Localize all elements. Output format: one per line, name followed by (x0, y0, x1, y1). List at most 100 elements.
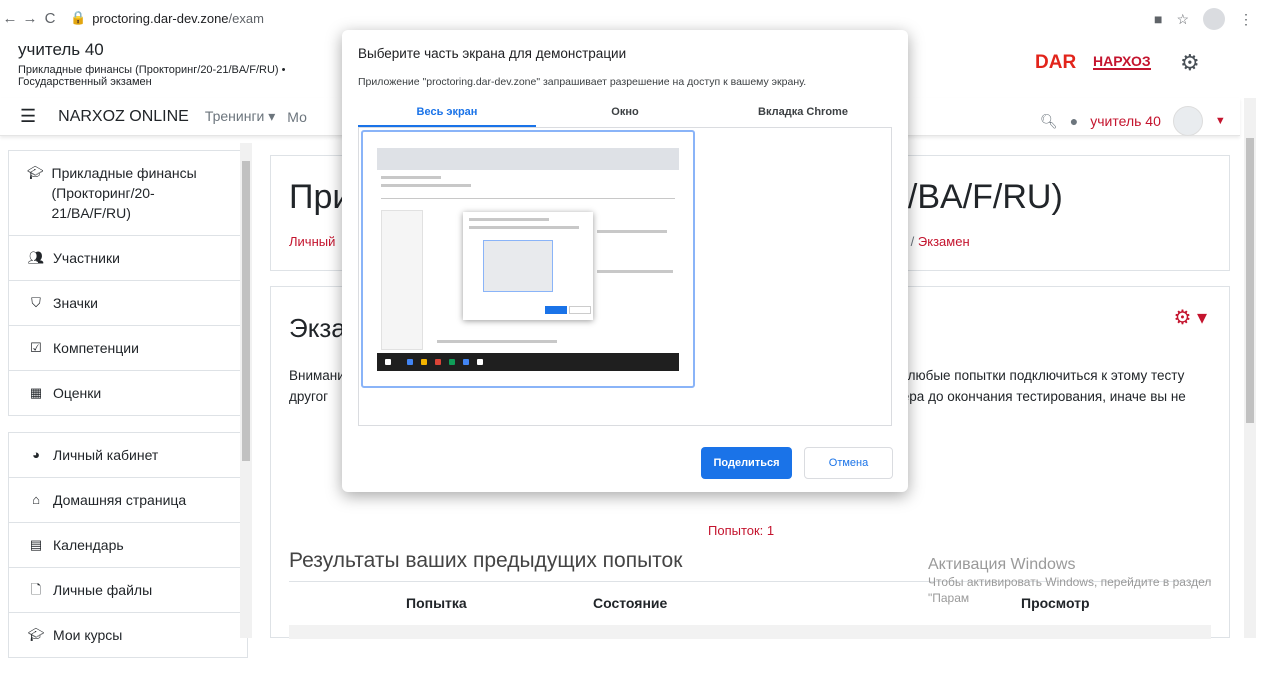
profile-icon[interactable] (1203, 8, 1225, 30)
sidebar-item-calendar[interactable]: ▤ Календарь (9, 523, 247, 568)
notice-line-1: ия любые попытки подключиться к этому те… (889, 368, 1185, 383)
dar-logo: DAR (1035, 52, 1077, 73)
preview-task-icon (407, 359, 413, 365)
tab-chrome-tab[interactable]: Вкладка Chrome (714, 106, 892, 127)
table-row (289, 625, 1211, 639)
page-scrollbar[interactable] (1244, 98, 1256, 638)
share-source-list (358, 128, 892, 426)
sidebar-item-label: Компетенции (53, 340, 139, 356)
breadcrumb-link[interactable]: Личный (289, 234, 335, 249)
sidebar-scrollbar[interactable] (240, 143, 252, 638)
sidebar-item-label: Участники (53, 250, 120, 266)
preview-cancel-btn (569, 306, 591, 314)
sidebar: 🎓︎ Прикладные финансы (Прокторинг/20-21/… (8, 150, 248, 674)
screen-preview-image (377, 148, 679, 371)
windows-activation-watermark: Активация Windows Чтобы активировать Win… (928, 556, 1228, 606)
sidebar-item-participants[interactable]: 👥︎ Участники (9, 236, 247, 281)
users-icon: 👥︎ (27, 250, 45, 265)
site-name[interactable]: NARXOZ ONLINE (58, 108, 189, 126)
scrollbar-thumb[interactable] (1246, 138, 1254, 423)
sidebar-item-label: Домашняя страница (53, 492, 187, 508)
sidebar-item-grades[interactable]: ▦ Оценки (9, 371, 247, 415)
sidebar-item-home[interactable]: ⌂ Домашняя страница (9, 478, 247, 523)
table-icon: ▦ (29, 385, 43, 400)
preview-page (377, 170, 679, 353)
lock-icon: 🔒 (70, 10, 87, 25)
forward-icon[interactable]: → (20, 10, 40, 27)
sidebar-item-my-courses[interactable]: 🎓︎ Мои курсы (9, 613, 247, 657)
preview-line (469, 218, 549, 221)
preview-line (597, 270, 673, 273)
preview-tabstrip (377, 148, 679, 170)
sidebar-item-competencies[interactable]: ☑ Компетенции (9, 326, 247, 371)
sidebar-item-dashboard[interactable]: ◕ Личный кабинет (9, 433, 247, 478)
sidebar-item-label: Значки (53, 295, 98, 311)
sidebar-item-course[interactable]: 🎓︎ Прикладные финансы (Прокторинг/20-21/… (9, 151, 247, 236)
screen-share-dialog: Выберите часть экрана для демонстрации П… (342, 30, 908, 492)
course-line-1: Прикладные финансы (Прокторинг/20-21/BA/… (18, 64, 286, 76)
preview-taskbar (377, 353, 679, 371)
preview-task-icon (385, 359, 391, 365)
url-host: proctoring.dar-dev.zone (92, 10, 229, 26)
back-icon[interactable]: ← (0, 10, 20, 27)
scrollbar-thumb[interactable] (242, 161, 250, 461)
column-header-attempt: Попытка (406, 595, 467, 611)
kebab-menu-icon[interactable]: ⋮ (1239, 11, 1253, 28)
page-title-tail: 1/BA/F/RU) (889, 178, 1063, 216)
course-line-2: Государственный экзамен (18, 76, 152, 88)
previous-attempts-title: Результаты ваших предыдущих попыток (289, 549, 683, 572)
notice-text-right: ия любые попытки подключиться к этому те… (889, 365, 1229, 407)
hamburger-icon[interactable]: ☰ (20, 106, 36, 127)
activation-text: Чтобы активировать Windows, перейдите в … (928, 575, 1212, 605)
sidebar-group-course: 🎓︎ Прикладные финансы (Прокторинг/20-21/… (8, 150, 248, 416)
search-icon[interactable]: 🔍︎ (1040, 113, 1058, 130)
home-icon: ⌂ (32, 492, 40, 507)
chevron-down-icon[interactable]: ▼ (1215, 115, 1226, 127)
reload-icon[interactable]: C (40, 10, 60, 27)
preview-task-icon (421, 359, 427, 365)
sidebar-item-label: Мои курсы (53, 627, 123, 643)
sidebar-item-label: Оценки (53, 385, 102, 401)
screen-thumbnail[interactable] (361, 130, 695, 388)
star-icon[interactable]: ☆ (1176, 11, 1189, 28)
address-bar[interactable]: 🔒 proctoring.dar-dev.zone/exam (70, 10, 264, 26)
sidebar-item-label: Личный кабинет (53, 447, 159, 463)
cancel-button[interactable]: Отмена (804, 447, 893, 479)
nav-menu-more[interactable]: Мо (287, 109, 307, 125)
narxoz-logo: НАРХОЗ (1093, 53, 1151, 70)
preview-line (381, 198, 675, 199)
preview-task-icon (435, 359, 441, 365)
nav-menu-trainings[interactable]: Тренинги ▾ (205, 108, 275, 125)
share-tabs: Весь экран Окно Вкладка Chrome (358, 106, 892, 128)
share-button[interactable]: Поделиться (701, 447, 792, 479)
dialog-title: Выберите часть экрана для демонстрации (358, 46, 627, 61)
tab-entire-screen[interactable]: Весь экран (358, 106, 536, 127)
file-icon: 🗋 (30, 582, 42, 597)
column-header-state: Состояние (593, 595, 668, 611)
preview-line (437, 340, 557, 343)
url-path: /exam (228, 10, 264, 26)
sidebar-item-label: Личные файлы (53, 582, 153, 598)
shield-icon: ⛉ (31, 295, 41, 310)
quiz-title: Экза (289, 313, 346, 343)
avatar[interactable] (1172, 106, 1203, 136)
preview-sidebar (381, 210, 423, 350)
dashboard-icon: ◕ (32, 447, 40, 462)
preview-task-icon (477, 359, 483, 365)
breadcrumb-current[interactable]: Экзамен (918, 234, 970, 249)
preview-line (381, 176, 441, 179)
chat-icon[interactable]: ● (1070, 113, 1078, 129)
gear-icon[interactable]: ⚙ ▾ (1173, 305, 1207, 330)
camera-icon[interactable]: ■ (1154, 11, 1162, 27)
tab-window[interactable]: Окно (536, 106, 714, 127)
sidebar-item-files[interactable]: 🗋 Личные файлы (9, 568, 247, 613)
dialog-description: Приложение "proctoring.dar-dev.zone" зап… (358, 76, 807, 88)
course-breadcrumb: Прикладные финансы (Прокторинг/20-21/BA/… (18, 64, 318, 88)
sidebar-item-badges[interactable]: ⛉ Значки (9, 281, 247, 326)
nav-user-name[interactable]: учитель 40 (1090, 113, 1161, 129)
attempts-link[interactable]: Попыток: 1 (708, 523, 774, 538)
sidebar-item-label: Календарь (53, 537, 124, 553)
settings-icon[interactable]: ⚙ (1180, 50, 1200, 76)
preview-task-icon (463, 359, 469, 365)
graduation-cap-icon: 🎓︎ (27, 627, 45, 642)
